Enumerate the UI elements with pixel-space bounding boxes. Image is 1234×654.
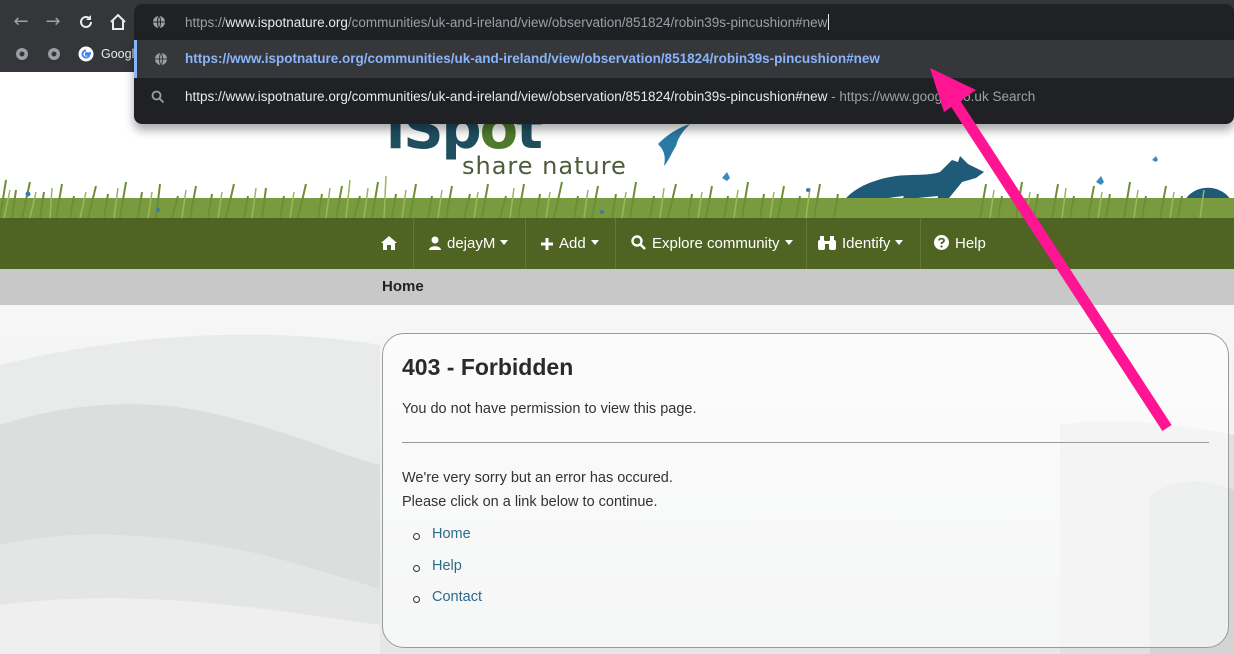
user-icon [429, 236, 441, 250]
breadcrumb-home[interactable]: Home [382, 278, 424, 295]
nav-divider [525, 218, 526, 269]
chevron-down-icon [500, 240, 509, 245]
chevron-down-icon [784, 240, 793, 245]
chevron-down-icon [590, 240, 599, 245]
suggestion-item[interactable]: https://www.ispotnature.org/communities/… [134, 78, 1234, 116]
globe-icon[interactable] [46, 46, 62, 62]
home-icon [381, 236, 397, 250]
nav-explore-menu[interactable]: Explore community [631, 218, 793, 269]
bookmark-label[interactable]: Googl [101, 47, 134, 61]
question-circle-icon [934, 235, 949, 250]
main-nav: dejayM Add Explore community Identify He… [0, 218, 1234, 269]
suggestion-url: https://www.ispotnature.org/communities/… [185, 51, 880, 66]
globe-icon[interactable] [14, 46, 30, 62]
nav-add-menu[interactable]: Add [541, 218, 599, 269]
url-scheme: https:// [185, 15, 226, 30]
nav-divider [806, 218, 807, 269]
home-icon[interactable] [107, 11, 129, 33]
reload-icon[interactable] [75, 11, 97, 33]
search-icon [151, 90, 165, 104]
omnibox-suggestions: https://www.ispotnature.org/communities/… [134, 40, 1234, 124]
plus-icon [541, 238, 553, 250]
bird-icon [658, 124, 690, 166]
suggestion-search: https://www.ispotnature.org/communities/… [185, 89, 1035, 104]
error-subtitle: You do not have permission to view this … [402, 401, 697, 417]
globe-icon [155, 52, 167, 66]
google-icon[interactable] [78, 46, 94, 62]
error-card: 403 - Forbidden You do not have permissi… [382, 333, 1229, 648]
chevron-down-icon [895, 240, 904, 245]
suggestion-query: https://www.ispotnature.org/communities/… [185, 89, 828, 104]
bookmarks-bar: Googl [0, 40, 140, 72]
nav-home[interactable] [381, 218, 403, 269]
error-title: 403 - Forbidden [402, 354, 574, 380]
nav-user-menu[interactable]: dejayM [429, 218, 509, 269]
back-arrow-icon[interactable]: ← [10, 11, 32, 33]
address-bar[interactable]: https://www.ispotnature.org/communities/… [134, 4, 1234, 40]
nav-explore-label: Explore community [652, 235, 780, 252]
nav-divider [615, 218, 616, 269]
butterfly-icon [1152, 156, 1158, 162]
error-message-line: Please click on a link below to continue… [402, 494, 658, 510]
link-help[interactable]: Help [432, 558, 462, 574]
globe-icon [153, 15, 165, 29]
link-home[interactable]: Home [432, 526, 471, 542]
nav-add-label: Add [559, 235, 586, 252]
divider [402, 442, 1209, 443]
butterfly-icon [1096, 176, 1104, 185]
url-path: /communities/uk-and-ireland/view/observa… [347, 15, 828, 30]
address-text[interactable]: https://www.ispotnature.org/communities/… [185, 14, 830, 30]
nav-help[interactable]: Help [934, 218, 986, 269]
search-icon [631, 235, 646, 250]
nav-identify-menu[interactable]: Identify [818, 218, 904, 269]
error-message: We're very sorry but an error has occure… [402, 466, 673, 514]
url-host: www.ispotnature.org [225, 15, 348, 30]
binoculars-icon [818, 236, 836, 250]
suggestion-separator: - [827, 89, 840, 104]
butterfly-icon [722, 172, 730, 181]
suggestion-hint: https://www.google.co.uk Search [839, 89, 1036, 104]
nav-user-label: dejayM [447, 235, 496, 252]
suggestion-item[interactable]: https://www.ispotnature.org/communities/… [134, 40, 1234, 78]
breadcrumb: Home [0, 269, 1234, 305]
nav-identify-label: Identify [842, 235, 891, 252]
nav-help-label: Help [955, 235, 986, 252]
error-message-line: We're very sorry but an error has occure… [402, 470, 673, 486]
text-caret [828, 14, 830, 30]
forward-arrow-icon[interactable]: → [42, 11, 64, 33]
nav-divider [920, 218, 921, 269]
nav-divider [413, 218, 414, 269]
link-contact[interactable]: Contact [432, 589, 482, 605]
